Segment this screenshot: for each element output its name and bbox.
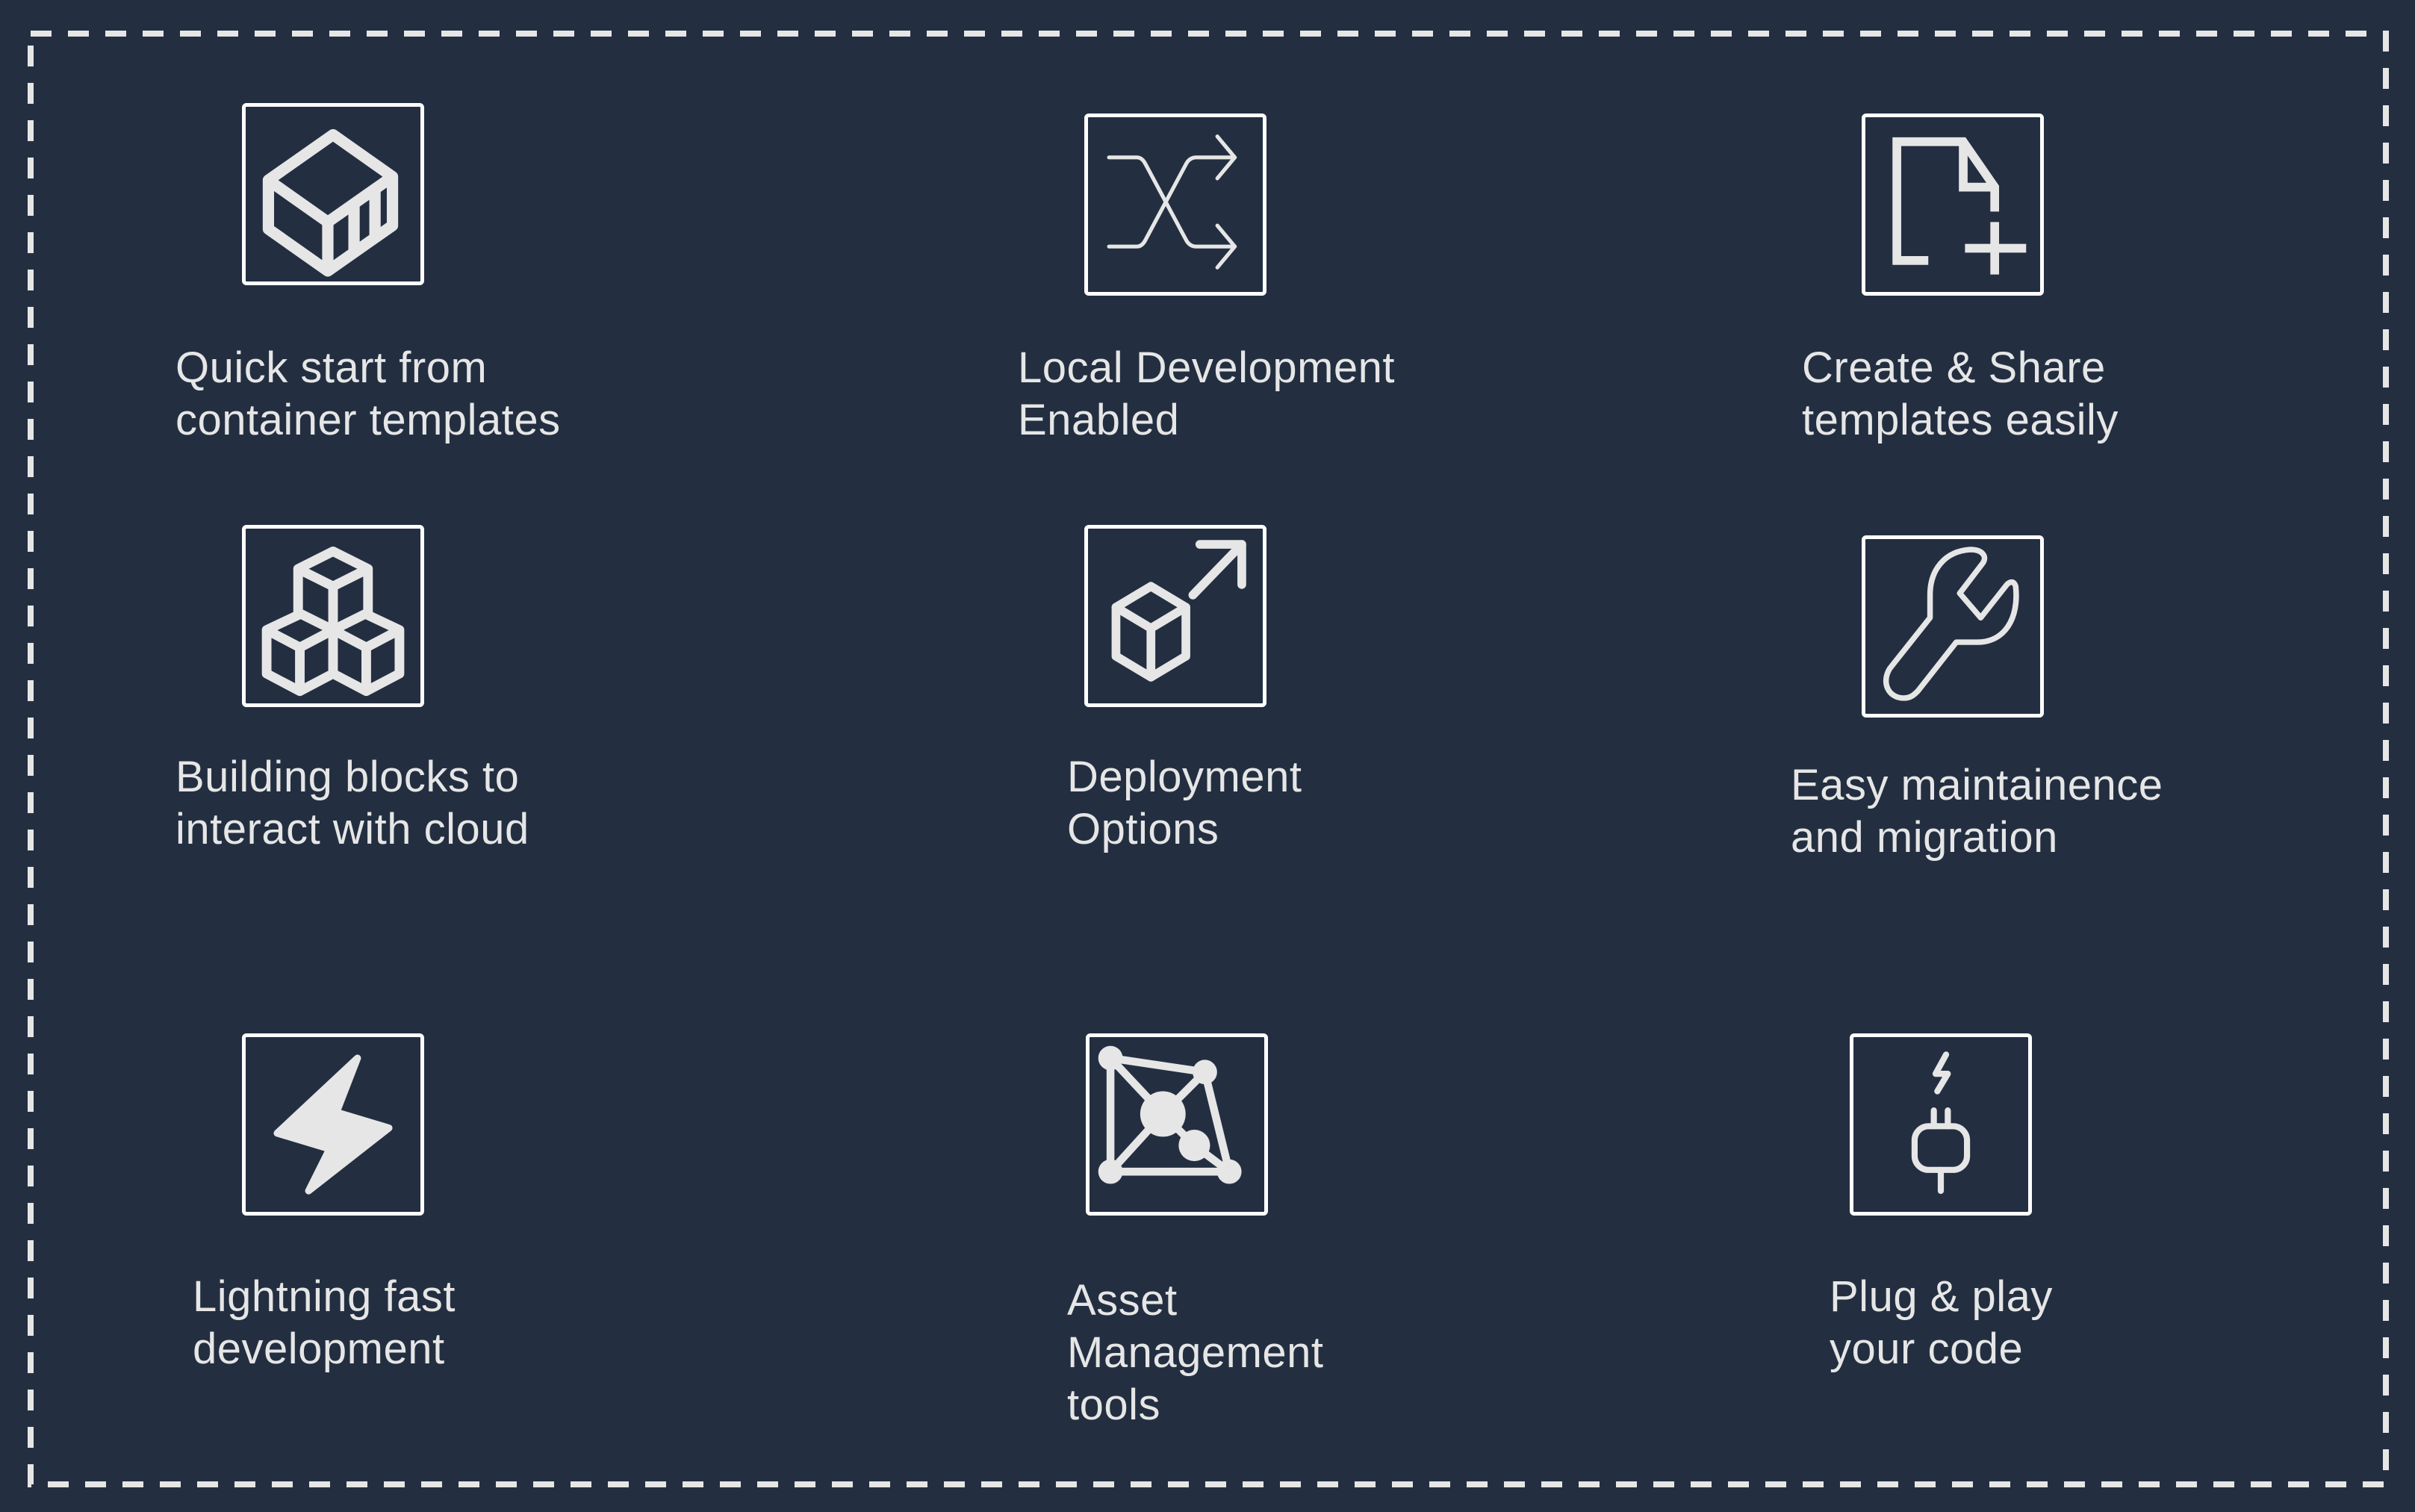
feature-label-container-templates: Quick start from container templates	[175, 343, 561, 444]
shuffle-arrows-icon	[1107, 134, 1237, 270]
feature-icon-box-create-share	[1862, 113, 2044, 296]
feature-label-deployment: Deployment Options	[1067, 753, 1302, 853]
stacked-cubes-icon	[261, 546, 405, 697]
feature-label-lightning: Lightning fast development	[193, 1272, 456, 1373]
feature-icon-box-local-development	[1084, 113, 1266, 296]
network-graph-icon	[1098, 1045, 1242, 1184]
feature-icon-box-maintenance	[1862, 535, 2044, 718]
feature-label-create-share: Create & Share templates easily	[1802, 343, 2119, 444]
plug-icon	[1911, 1051, 1971, 1195]
feature-icon-box-container-templates	[242, 103, 424, 285]
shipping-container-icon	[262, 128, 399, 277]
feature-icon-box-building-blocks	[242, 525, 424, 707]
feature-icon-box-deployment	[1084, 525, 1266, 707]
feature-label-maintenance: Easy maintainence and migration	[1791, 761, 2163, 862]
cube-arrow-out-icon	[1111, 540, 1246, 682]
feature-label-asset-management: Asset Management tools	[1067, 1276, 1324, 1429]
feature-label-building-blocks: Building blocks to interact with cloud	[175, 753, 529, 853]
new-file-plus-icon	[1892, 137, 2027, 275]
lightning-bolt-icon	[273, 1054, 393, 1195]
wrench-icon	[1883, 547, 2019, 701]
feature-icon-box-asset-management	[1086, 1033, 1268, 1216]
feature-label-local-development: Local Development Enabled	[1018, 343, 1396, 444]
feature-label-plug-play: Plug & play your code	[1830, 1272, 2053, 1373]
feature-icon-box-lightning	[242, 1033, 424, 1216]
feature-icon-box-plug-play	[1850, 1033, 2032, 1216]
